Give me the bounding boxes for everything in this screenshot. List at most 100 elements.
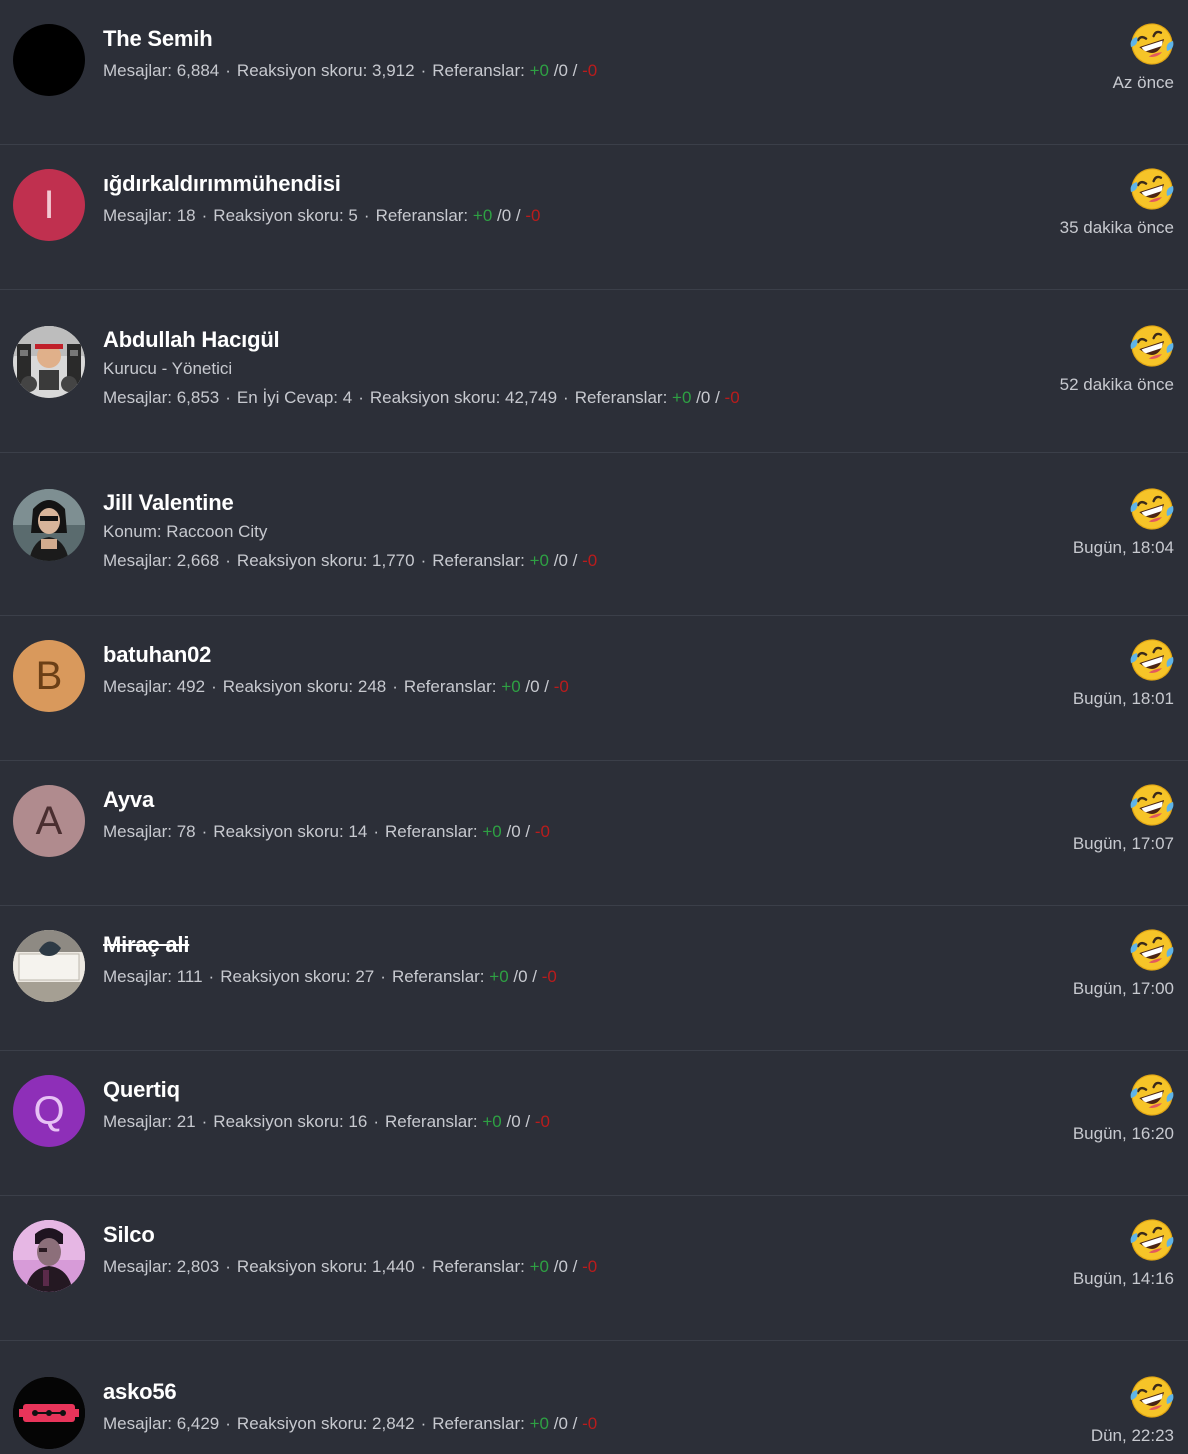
username-link[interactable]: Silco (103, 1221, 155, 1249)
username-link[interactable]: Abdullah Hacıgül (103, 326, 280, 354)
avatar[interactable] (13, 1220, 85, 1292)
messages-label: Mesajlar: (103, 822, 172, 841)
messages-label: Mesajlar: (103, 1257, 172, 1276)
user-stats: Mesajlar: 6,884 · Reaksiyon skoru: 3,912 · R… (103, 61, 598, 80)
messages-label: Mesajlar: (103, 388, 172, 407)
references-positive: +0 (482, 822, 502, 841)
avatar[interactable]: Q (13, 1075, 85, 1147)
references-label: Referanslar: (432, 61, 525, 80)
list-item: I ığdırkaldırımmühendisi Mesajlar: 18 · Re… (0, 145, 1188, 290)
avatar-photo (13, 930, 85, 1002)
reaction-meta: Bugün, 18:04 (1073, 486, 1174, 559)
user-title: Kurucu - Yönetici (103, 359, 233, 378)
references-neutral: /0 / (497, 206, 521, 225)
references-positive: +0 (529, 61, 549, 80)
avatar-photo (13, 326, 85, 398)
user-location: Konum: Raccoon City (103, 522, 268, 541)
references-negative: -0 (582, 61, 598, 80)
user-info: Silco Mesajlar: 2,803 · Reaksiyon skoru: 1… (103, 1221, 928, 1278)
references-neutral: /0 / (553, 1414, 578, 1433)
avatar[interactable] (13, 930, 85, 1002)
user-info: Jill Valentine Konum: Raccoon City Mesaj… (103, 489, 928, 572)
user-stats: Mesajlar: 6,853 · En İyi Cevap: 4 · Reaksiyo… (103, 388, 740, 407)
list-item: Silco Mesajlar: 2,803 · Reaksiyon skoru: 1… (0, 1196, 1188, 1341)
reaction-time[interactable]: Bugün, 17:00 (1073, 978, 1174, 1000)
reaction-time[interactable]: Az önce (1113, 72, 1174, 94)
references-negative: -0 (582, 551, 598, 570)
references-negative: -0 (534, 1112, 550, 1131)
messages-count: 492 (176, 677, 206, 696)
reaction-score-value: 1,440 (372, 1257, 415, 1276)
user-info: Ayva Mesajlar: 78 · Reaksiyon skoru: 14 · Re… (103, 786, 928, 843)
user-stats: Mesajlar: 6,429 · Reaksiyon skoru: 2,842 · R… (103, 1414, 598, 1433)
user-stats: Mesajlar: 78 · Reaksiyon skoru: 14 · Referan… (103, 822, 550, 841)
messages-label: Mesajlar: (103, 551, 172, 570)
username-link[interactable]: ığdırkaldırımmühendisi (103, 170, 341, 198)
username-link[interactable]: Jill Valentine (103, 489, 234, 517)
username-link[interactable]: Quertiq (103, 1076, 180, 1104)
references-label: Referanslar: (375, 206, 469, 225)
avatar-photo (13, 1377, 85, 1449)
user-info: batuhan02 Mesajlar: 492 · Reaksiyon skoru:… (103, 641, 928, 698)
messages-count: 6,884 (176, 61, 220, 80)
avatar-letter: Q (33, 1088, 65, 1133)
reaction-score-value: 248 (357, 677, 387, 696)
reaction-meta: Dün, 22:23 (1091, 1374, 1174, 1447)
avatar-photo (13, 489, 85, 561)
references-negative: -0 (582, 1414, 598, 1433)
references-negative: -0 (534, 822, 550, 841)
laughing-tears-emoji-icon (1129, 166, 1175, 212)
avatar[interactable] (13, 326, 85, 398)
reaction-meta: Bugün, 16:20 (1073, 1072, 1174, 1145)
messages-count: 111 (176, 967, 203, 986)
avatar-letter: A (35, 798, 63, 843)
messages-count: 6,853 (176, 388, 220, 407)
user-info: ığdırkaldırımmühendisi Mesajlar: 18 · Reak… (103, 170, 928, 227)
reaction-score-label: Reaksiyon skoru: (222, 677, 354, 696)
best-answer-label: En İyi Cevap: (236, 388, 339, 407)
username-link[interactable]: The Semih (103, 25, 213, 53)
reaction-score-label: Reaksiyon skoru: (236, 1414, 368, 1433)
avatar[interactable]: A (13, 785, 85, 857)
laughing-tears-emoji-icon (1129, 1217, 1175, 1263)
references-label: Referanslar: (432, 1257, 525, 1276)
username-link[interactable]: batuhan02 (103, 641, 211, 669)
avatar-photo (13, 1220, 85, 1292)
avatar[interactable] (13, 489, 85, 561)
list-item: Jill Valentine Konum: Raccoon City Mesaj… (0, 453, 1188, 616)
messages-label: Mesajlar: (103, 1414, 172, 1433)
references-neutral: /0 / (553, 1257, 578, 1276)
reaction-time[interactable]: Bugün, 17:07 (1073, 833, 1174, 855)
username-link[interactable]: asko56 (103, 1378, 177, 1406)
user-info: Miraç ali Mesajlar: 111 · Reaksiyon skoru:… (103, 931, 928, 988)
reaction-meta: Az önce (1113, 21, 1174, 94)
username-link[interactable]: Ayva (103, 786, 154, 814)
messages-label: Mesajlar: (103, 206, 172, 225)
reaction-meta: Bugün, 14:16 (1073, 1217, 1174, 1290)
references-negative: -0 (582, 1257, 598, 1276)
reaction-time[interactable]: Bugün, 16:20 (1073, 1123, 1174, 1145)
reaction-time[interactable]: Bugün, 14:16 (1073, 1268, 1174, 1290)
reaction-time[interactable]: Dün, 22:23 (1091, 1425, 1174, 1447)
reaction-time[interactable]: Bugün, 18:04 (1073, 537, 1174, 559)
laughing-tears-emoji-icon (1129, 927, 1175, 973)
avatar[interactable] (13, 24, 85, 96)
avatar[interactable] (13, 1377, 85, 1449)
messages-label: Mesajlar: (103, 967, 172, 986)
user-stats: Mesajlar: 2,668 · Reaksiyon skoru: 1,770 · R… (103, 551, 598, 570)
avatar[interactable]: I (13, 169, 85, 241)
messages-label: Mesajlar: (103, 677, 172, 696)
reaction-time[interactable]: Bugün, 18:01 (1073, 688, 1174, 710)
reaction-time[interactable]: 35 dakika önce (1060, 217, 1174, 239)
list-item: Q Quertiq Mesajlar: 21 · Reaksiyon skoru: … (0, 1051, 1188, 1196)
username-link-banned[interactable]: Miraç ali (103, 931, 189, 959)
reaction-score-value: 27 (355, 967, 375, 986)
messages-count: 18 (176, 206, 196, 225)
messages-label: Mesajlar: (103, 1112, 172, 1131)
messages-count: 2,803 (176, 1257, 220, 1276)
avatar[interactable]: B (13, 640, 85, 712)
reaction-time[interactable]: 52 dakika önce (1060, 374, 1174, 396)
laughing-tears-emoji-icon (1129, 1374, 1175, 1420)
reaction-score-label: Reaksiyon skoru: (236, 551, 368, 570)
messages-count: 78 (176, 822, 196, 841)
